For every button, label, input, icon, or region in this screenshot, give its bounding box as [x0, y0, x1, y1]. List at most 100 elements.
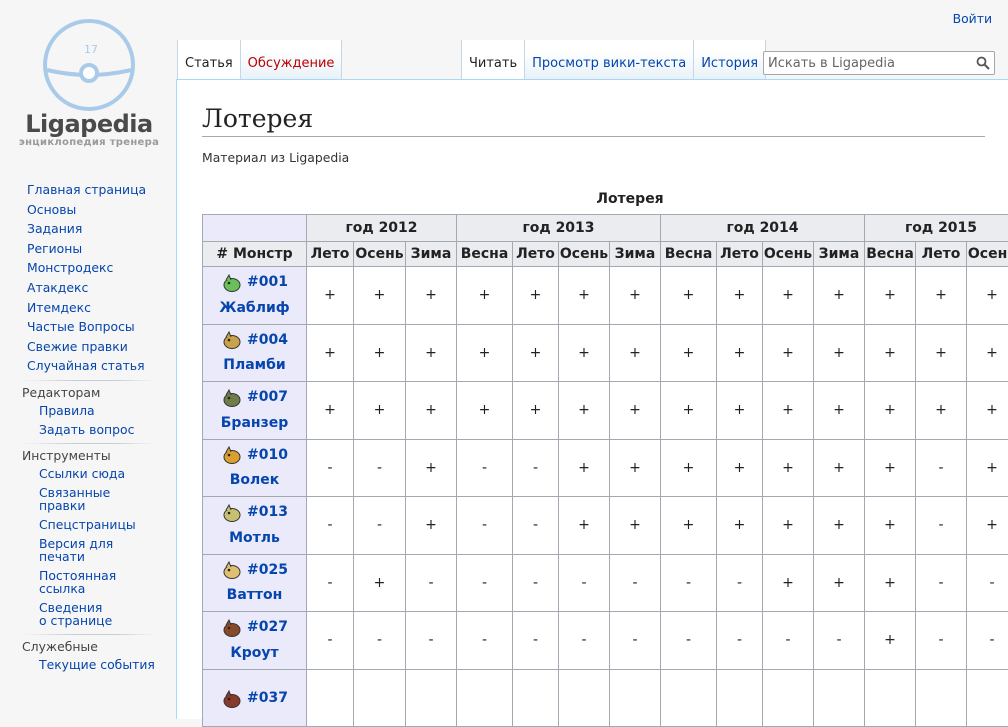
season-header: Зима — [814, 242, 865, 267]
monster-sprite-icon — [221, 387, 243, 409]
page-title: Лотерея — [202, 104, 985, 137]
monster-cell: #007 Бранзер — [203, 382, 307, 440]
availability-cell — [457, 669, 513, 727]
years-header-row: год 2012год 2013год 2014год 2015 — [203, 215, 1008, 242]
availability-cell: - — [814, 612, 865, 670]
portal-link[interactable]: Задать вопрос — [39, 420, 155, 439]
sidebar-portals: РедакторамПравилаЗадать вопросИнструмент… — [0, 380, 176, 674]
monster-cell: #010 Волек — [203, 439, 307, 497]
availability-cell: + — [763, 554, 814, 612]
availability-cell: - — [307, 439, 354, 497]
portal-link[interactable]: Версия дляпечати — [39, 534, 155, 566]
content-area: Лотерея Материал из Ligapedia Лотерея го… — [176, 79, 1008, 719]
tab-article[interactable]: Статья — [177, 40, 241, 80]
availability-cell: + — [717, 497, 763, 555]
view-tabs: ЧитатьПросмотр вики-текстаИстория — [461, 40, 766, 80]
monster-name-link[interactable]: Волек — [230, 472, 280, 488]
availability-cell: - — [661, 612, 717, 670]
portal-list: Ссылки сюдаСвязанные правки Спецстраницы В… — [22, 464, 155, 630]
monster-number-link[interactable]: #013 — [247, 499, 288, 526]
availability-cell: + — [717, 324, 763, 382]
login-link[interactable]: Войти — [953, 11, 992, 26]
monster-name-link[interactable]: Кроут — [230, 645, 278, 661]
availability-cell: - — [559, 554, 610, 612]
availability-cell: - — [916, 497, 967, 555]
table-row: #027Кроут-----------+-- — [203, 612, 1008, 670]
sidebar-link[interactable]: Главная страница — [27, 180, 176, 200]
availability-cell: + — [354, 267, 406, 325]
portal-link[interactable]: Сведенияо странице — [39, 598, 155, 630]
season-header: Лето — [916, 242, 967, 267]
monster-cell: #037 — [203, 669, 307, 727]
monster-id-line: #001 — [203, 271, 306, 295]
monster-name-link[interactable]: Жаблиф — [219, 300, 289, 316]
sidebar-link[interactable]: Свежие правки — [27, 337, 176, 357]
availability-cell — [814, 669, 865, 727]
search-icon[interactable] — [976, 56, 990, 70]
monster-sprite-icon — [221, 272, 243, 294]
logo-badge: 17 — [84, 43, 98, 56]
availability-cell: + — [661, 267, 717, 325]
availability-cell — [406, 669, 457, 727]
search-input[interactable] — [764, 53, 964, 75]
portal-link[interactable]: Правила — [39, 401, 155, 420]
monster-number-link[interactable]: #027 — [247, 614, 288, 641]
availability-cell: + — [406, 497, 457, 555]
availability-cell: + — [610, 382, 661, 440]
search-box — [763, 51, 995, 75]
season-header: Зима — [610, 242, 661, 267]
availability-cell — [354, 669, 406, 727]
sidebar-link[interactable]: Регионы — [27, 239, 176, 259]
monster-name-link[interactable]: Пламби — [223, 357, 285, 373]
year-header: год 2014 — [661, 215, 865, 242]
monster-id-line: #007 — [203, 386, 306, 410]
availability-cell — [967, 669, 1008, 727]
site-logo[interactable]: 17 Ligapedia энциклопедия тренера — [18, 18, 160, 150]
monster-number-link[interactable]: #001 — [247, 269, 288, 296]
availability-cell: - — [307, 612, 354, 670]
portal-link-text: Спецстраницы — [39, 517, 136, 532]
monster-number-link[interactable]: #007 — [247, 384, 288, 411]
portal-link[interactable]: Постояннаяссылка — [39, 566, 155, 598]
availability-cell: + — [559, 324, 610, 382]
availability-cell: - — [513, 554, 559, 612]
availability-cell: + — [814, 267, 865, 325]
sidebar-link[interactable]: Случайная статья — [27, 356, 176, 376]
availability-cell: + — [814, 324, 865, 382]
tab-discussion[interactable]: Обсуждение — [241, 40, 343, 80]
season-header: Зима — [406, 242, 457, 267]
season-header: Осень — [967, 242, 1008, 267]
tab-read[interactable]: Читать — [461, 40, 525, 80]
sidebar-link[interactable]: Итемдекс — [27, 298, 176, 318]
portal-link[interactable]: Спецстраницы — [39, 515, 155, 534]
portal-link[interactable]: Ссылки сюда — [39, 464, 155, 483]
availability-cell: - — [513, 612, 559, 670]
availability-cell: - — [513, 439, 559, 497]
availability-cell: + — [865, 497, 916, 555]
tab-history[interactable]: История — [694, 40, 766, 80]
portal-link[interactable]: Связанные правки — [39, 483, 155, 515]
sidebar-link[interactable]: Атакдекс — [27, 278, 176, 298]
monster-number-link[interactable]: #037 — [247, 685, 288, 712]
monster-number-link[interactable]: #025 — [247, 557, 288, 584]
availability-cell: - — [916, 612, 967, 670]
portal-link[interactable]: Текущие события — [39, 655, 155, 674]
availability-cell: + — [513, 324, 559, 382]
table-row: #037 — [203, 669, 1008, 727]
sidebar-link[interactable]: Задания — [27, 219, 176, 239]
season-header: Осень — [354, 242, 406, 267]
availability-cell: + — [354, 382, 406, 440]
season-header: Весна — [865, 242, 916, 267]
monster-name-link[interactable]: Мотль — [229, 530, 280, 546]
sidebar-link[interactable]: Основы — [27, 200, 176, 220]
monster-number-link[interactable]: #004 — [247, 327, 288, 354]
availability-cell: - — [457, 612, 513, 670]
sidebar-link[interactable]: Монстродекс — [27, 258, 176, 278]
monster-name-link[interactable]: Ваттон — [227, 587, 283, 603]
monster-name-link[interactable]: Бранзер — [221, 415, 288, 431]
availability-cell: + — [610, 497, 661, 555]
table-row: #025Ваттон-+-------+++-- — [203, 554, 1008, 612]
sidebar-link[interactable]: Частые Вопросы — [27, 317, 176, 337]
tab-view-source[interactable]: Просмотр вики-текста — [525, 40, 694, 80]
monster-number-link[interactable]: #010 — [247, 442, 288, 469]
